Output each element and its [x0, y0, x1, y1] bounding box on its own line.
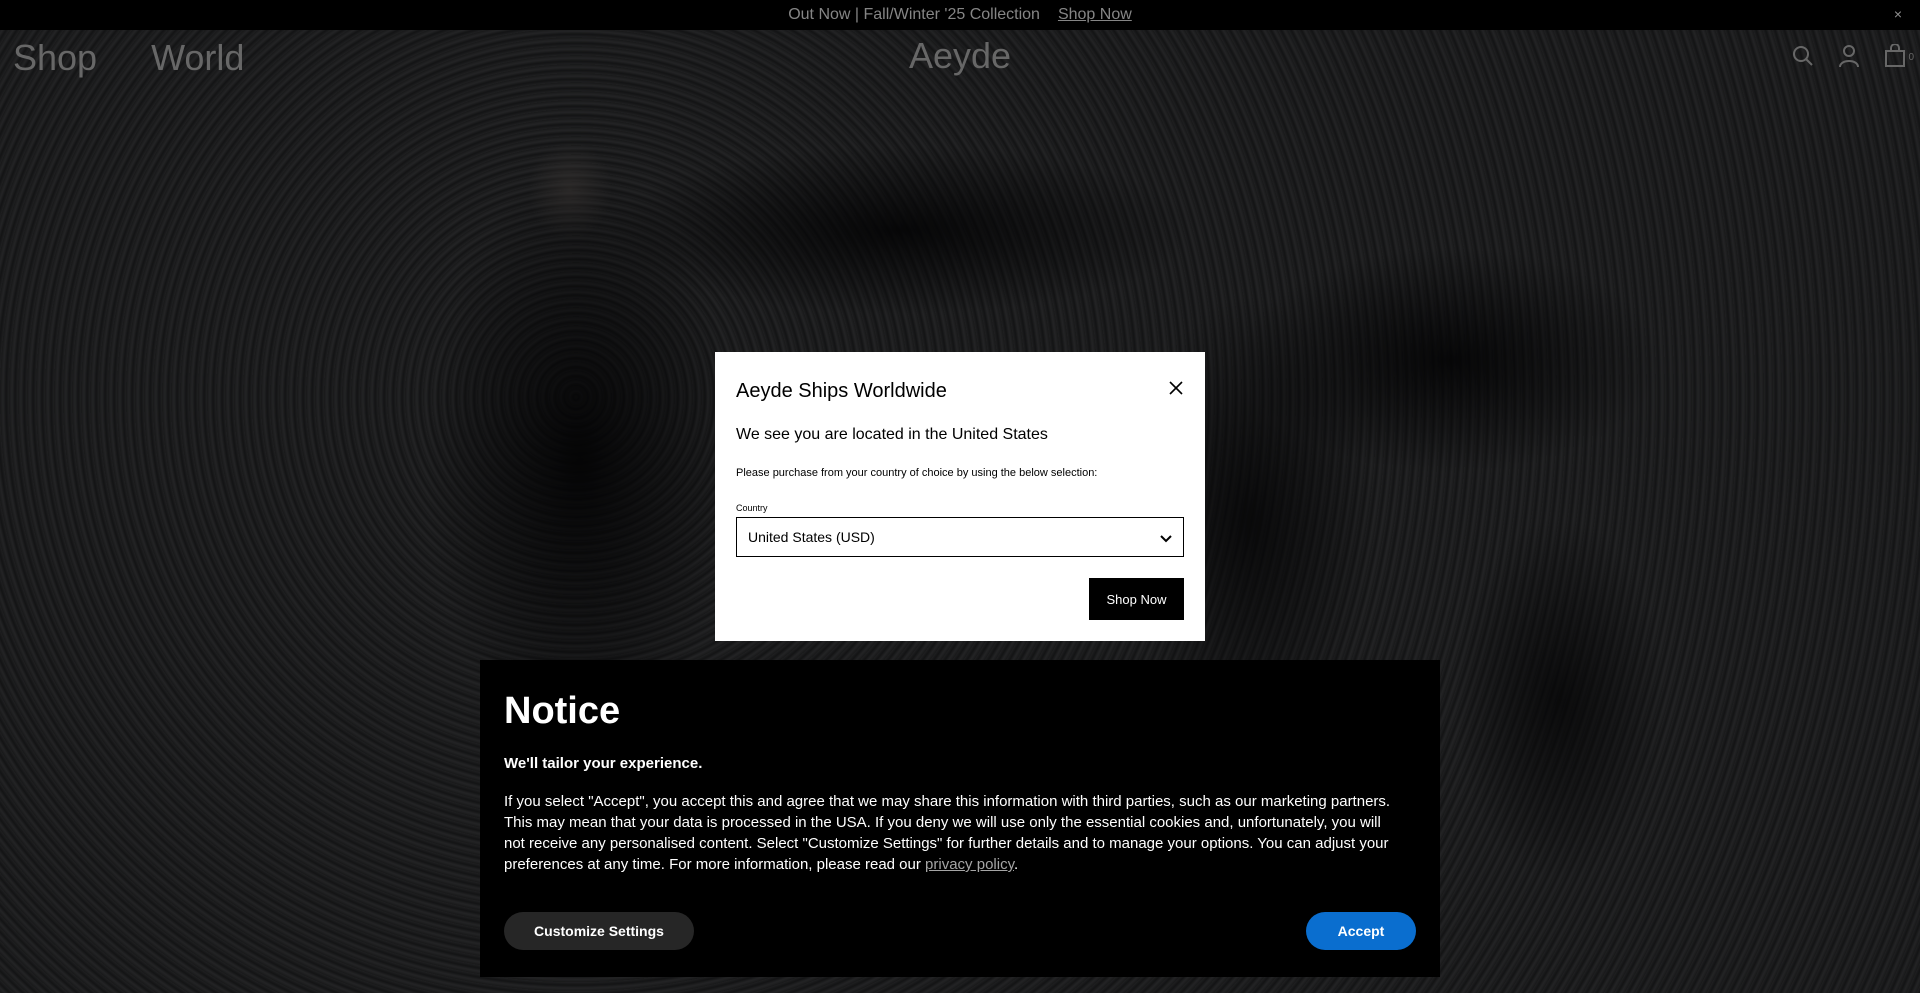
instruction-text: Please purchase from your country of cho… [736, 467, 1098, 479]
notice-body: If you select "Accept", you accept this … [504, 791, 1404, 875]
close-icon[interactable] [1167, 379, 1185, 397]
location-text: We see you are located in the United Sta… [736, 426, 1048, 443]
country-select[interactable]: United States (USD) [736, 517, 1184, 557]
customize-settings-button[interactable]: Customize Settings [504, 912, 694, 950]
chevron-down-icon [1159, 531, 1173, 547]
notice-title: Notice [504, 690, 621, 732]
shipping-modal: Aeyde Ships Worldwide We see you are loc… [715, 352, 1205, 641]
shop-now-button[interactable]: Shop Now [1089, 578, 1184, 620]
country-label: Country [736, 503, 768, 513]
notice-body-end: . [1013, 856, 1019, 873]
modal-title: Aeyde Ships Worldwide [736, 380, 947, 402]
accept-button[interactable]: Accept [1306, 912, 1416, 950]
country-select-value: United States (USD) [748, 529, 875, 545]
privacy-policy-link[interactable]: privacy policy [925, 856, 1014, 873]
notice-subtitle: We'll tailor your experience. [504, 755, 703, 772]
cookie-notice: Notice We'll tailor your experience. If … [480, 660, 1440, 977]
